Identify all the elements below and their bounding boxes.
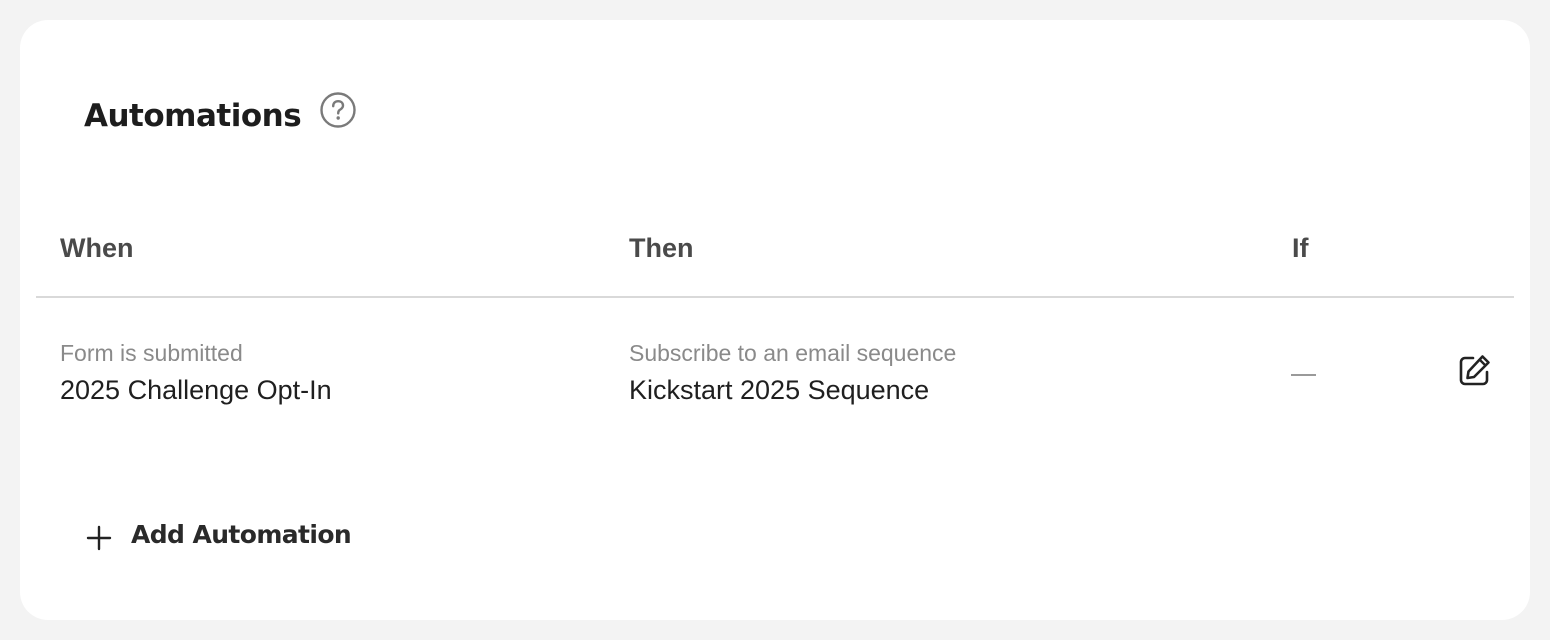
plus-icon (84, 523, 114, 553)
add-automation-label: Add Automation (131, 519, 352, 549)
header-divider (36, 296, 1514, 298)
if-condition-empty (1291, 374, 1316, 376)
card-header: Automations (84, 92, 357, 134)
edit-automation-button[interactable] (1454, 351, 1494, 391)
question-circle-icon[interactable] (319, 91, 357, 129)
automations-card: Automations When Then If Form is submitt… (20, 20, 1530, 620)
column-header-if: If (1292, 233, 1309, 263)
when-trigger-name: 2025 Challenge Opt-In (60, 375, 332, 405)
add-automation-button[interactable]: Add Automation (84, 515, 352, 553)
edit-pencil-icon (1459, 355, 1490, 386)
column-header-then: Then (629, 233, 694, 263)
column-header-when: When (60, 233, 134, 263)
when-trigger-type: Form is submitted (60, 340, 243, 366)
then-action-type: Subscribe to an email sequence (629, 340, 957, 366)
then-action-name: Kickstart 2025 Sequence (629, 375, 930, 405)
card-title: Automations (84, 98, 302, 134)
